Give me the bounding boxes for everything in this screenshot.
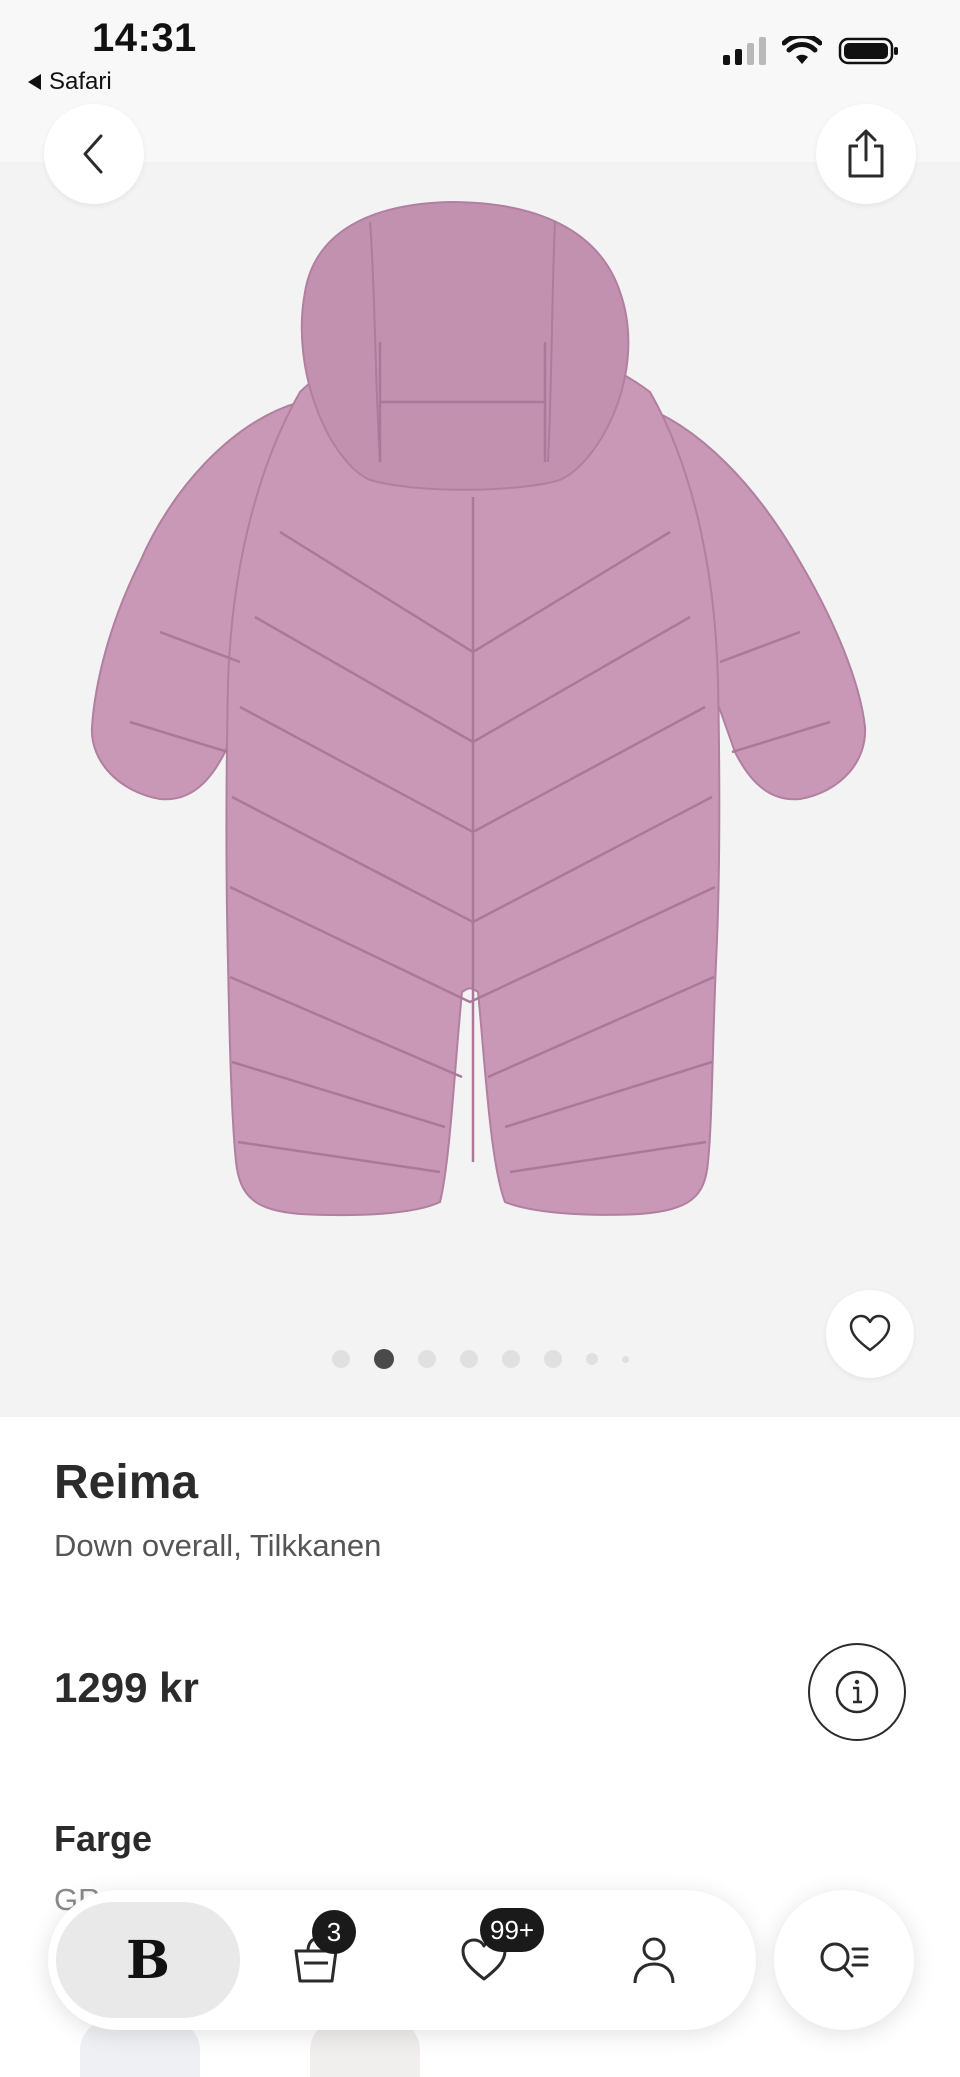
info-icon — [835, 1670, 879, 1714]
pagination-dot-active[interactable] — [373, 1349, 394, 1369]
status-bar: 14:31 Safari — [0, 0, 960, 162]
product-image[interactable] — [0, 162, 960, 1417]
pagination-dot[interactable] — [459, 1350, 478, 1368]
system-icons — [723, 36, 900, 66]
pagination-dot[interactable] — [585, 1353, 598, 1365]
pagination-dot[interactable] — [543, 1350, 562, 1368]
back-app-label: Safari — [49, 68, 112, 95]
status-time: 14:31 — [92, 16, 197, 60]
cart-badge: 3 — [312, 1910, 356, 1954]
search-button[interactable] — [774, 1890, 914, 2030]
back-to-safari[interactable]: Safari — [28, 68, 112, 96]
home-tab[interactable]: B — [56, 1902, 240, 2018]
cart-tab[interactable]: 3 — [266, 1910, 366, 2010]
gallery-pagination[interactable] — [0, 1349, 960, 1369]
pagination-dot[interactable] — [621, 1355, 629, 1363]
cellular-signal-icon — [723, 37, 766, 65]
account-tab[interactable] — [604, 1910, 704, 2010]
share-icon — [848, 129, 884, 178]
wifi-icon — [782, 36, 822, 64]
pagination-dot[interactable] — [331, 1350, 350, 1368]
pagination-dot[interactable] — [501, 1350, 520, 1368]
person-icon — [633, 1937, 675, 1984]
price-info-button[interactable] — [808, 1643, 906, 1741]
color-label: Farge — [54, 1818, 153, 1859]
pagination-dot[interactable] — [417, 1350, 436, 1368]
product-name: Down overall, Tilkkanen — [54, 1528, 382, 1563]
heart-icon — [849, 1314, 891, 1352]
share-button[interactable] — [816, 104, 916, 204]
chevron-left-icon — [83, 134, 103, 174]
brand-name[interactable]: Reima — [54, 1455, 198, 1510]
product-gallery[interactable] — [0, 162, 960, 1417]
battery-icon — [838, 37, 898, 65]
back-button[interactable] — [44, 104, 144, 204]
search-menu-icon — [820, 1942, 869, 1978]
back-triangle-icon — [28, 74, 41, 90]
wishlist-badge: 99+ — [480, 1908, 545, 1952]
price: 1299 kr — [54, 1664, 199, 1711]
bottom-navigation: B 3 99+ — [48, 1890, 756, 2030]
wishlist-tab[interactable]: 99+ — [434, 1908, 545, 2010]
